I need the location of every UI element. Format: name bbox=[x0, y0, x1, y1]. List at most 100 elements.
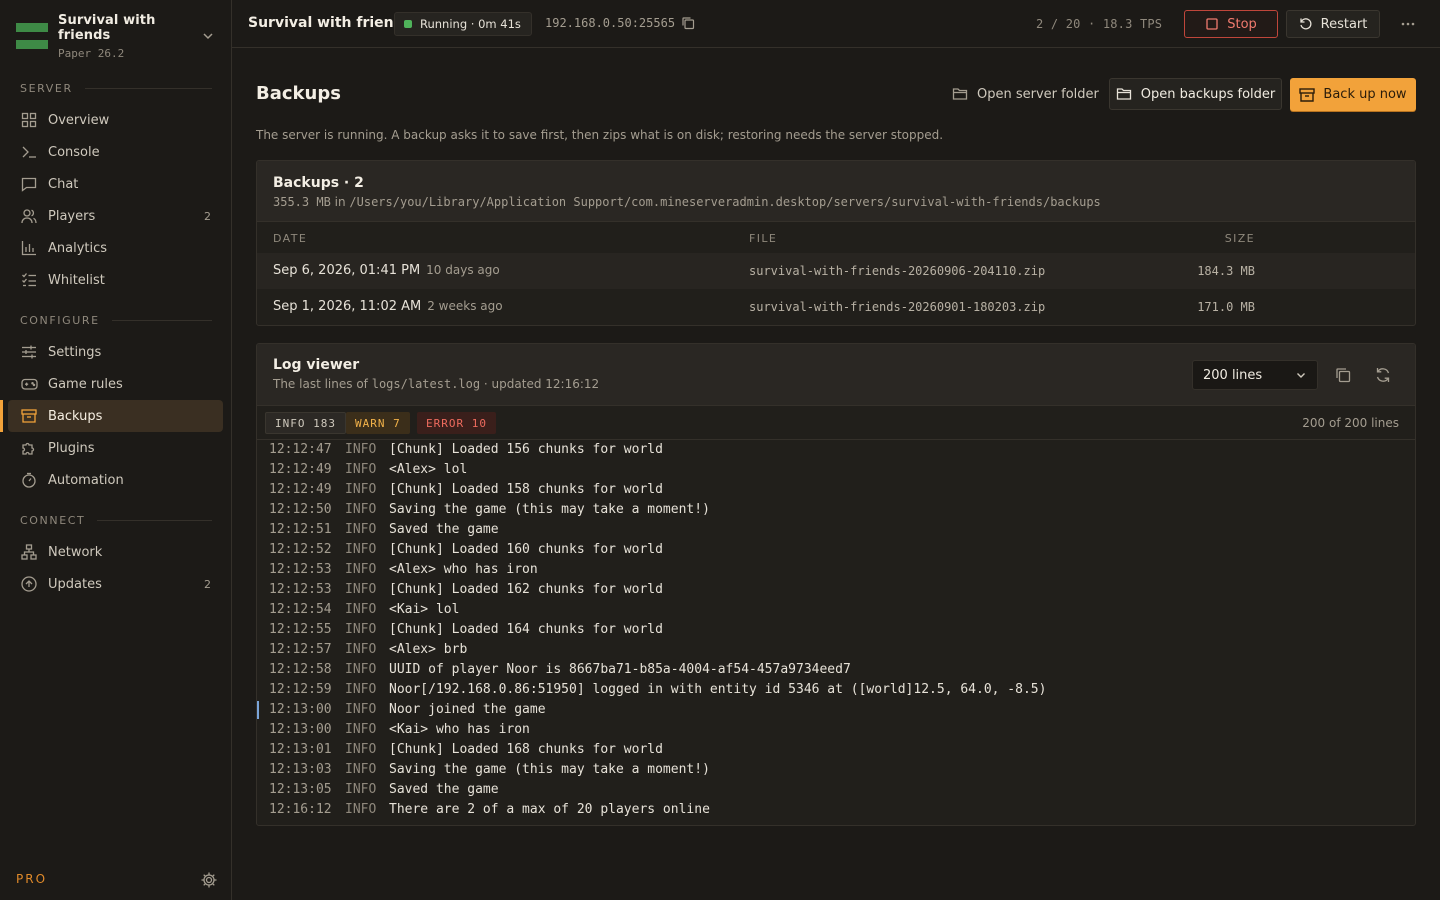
timer-icon bbox=[20, 471, 38, 489]
log-line: 12:12:57 INFO <Alex> brb bbox=[257, 640, 1415, 660]
log-line: 12:16:12 INFO There are 2 of a max of 20 p… bbox=[257, 800, 1415, 820]
sidebar-item-label: Automation bbox=[48, 472, 124, 488]
players-tps-readout: 2 / 20 · 18.3 TPS bbox=[1036, 17, 1163, 31]
filter-chip-warn[interactable]: WARN 7 bbox=[346, 412, 410, 434]
filter-chip-error[interactable]: ERROR 10 bbox=[417, 412, 496, 434]
log-level: INFO bbox=[345, 522, 377, 537]
section-label-configure: CONFIGURE bbox=[20, 314, 212, 327]
log-level: INFO bbox=[345, 502, 377, 517]
log-time: 12:12:53 bbox=[269, 582, 332, 597]
chevron-down-icon bbox=[203, 33, 213, 40]
archive-icon bbox=[1299, 87, 1316, 102]
sidebar-item-console[interactable]: Console bbox=[8, 136, 223, 168]
sidebar-item-game-rules[interactable]: Game rules bbox=[8, 368, 223, 400]
backups-card: Backups · 2 355.3 MB in /Users/you/Libra… bbox=[256, 160, 1416, 326]
sidebar-item-label: Updates bbox=[48, 576, 102, 592]
refresh-icon[interactable] bbox=[1374, 366, 1392, 384]
server-logo-icon bbox=[16, 23, 48, 49]
log-line: 12:12:49 INFO [Chunk] Loaded 158 chunks fo… bbox=[257, 480, 1415, 500]
sidebar-item-whitelist[interactable]: Whitelist bbox=[8, 264, 223, 296]
log-time: 12:13:01 bbox=[269, 742, 332, 757]
backups-summary: 355.3 MB in /Users/you/Library/Applicati… bbox=[273, 195, 1399, 209]
sidebar-item-label: Game rules bbox=[48, 376, 123, 392]
sidebar-item-players[interactable]: Players 2 bbox=[8, 200, 223, 232]
grid-icon bbox=[20, 111, 38, 129]
log-message: Noor[/192.168.0.86:51950] logged in with… bbox=[389, 682, 1047, 697]
open-server-folder-button[interactable]: Open server folder bbox=[952, 78, 1099, 110]
folder-icon bbox=[1116, 88, 1131, 100]
more-options-icon[interactable] bbox=[1398, 14, 1418, 34]
log-time: 12:12:51 bbox=[269, 522, 332, 537]
log-message: Saved the game bbox=[389, 782, 499, 797]
log-message: [Chunk] Loaded 160 chunks for world bbox=[389, 542, 663, 557]
open-server-folder-label: Open server folder bbox=[977, 86, 1099, 102]
sidebar-item-overview[interactable]: Overview bbox=[8, 104, 223, 136]
log-line: 12:12:53 INFO [Chunk] Loaded 162 chunks fo… bbox=[257, 580, 1415, 600]
archive-icon bbox=[20, 407, 38, 425]
filter-chip-info[interactable]: INFO 183 bbox=[265, 412, 346, 434]
log-message: UUID of player Noor is 8667ba71-b85a-400… bbox=[389, 662, 851, 677]
log-line: 12:12:52 INFO [Chunk] Loaded 160 chunks fo… bbox=[257, 540, 1415, 560]
log-time: 12:12:49 bbox=[269, 462, 332, 477]
log-level: INFO bbox=[345, 802, 377, 817]
log-time: 12:12:47 bbox=[269, 442, 332, 457]
log-line: 12:13:05 INFO Saved the game bbox=[257, 780, 1415, 800]
folder-icon bbox=[952, 88, 968, 100]
sidebar-item-automation[interactable]: Automation bbox=[8, 464, 223, 496]
sidebar-item-label: Whitelist bbox=[48, 272, 105, 288]
log-message: [Chunk] Loaded 168 chunks for world bbox=[389, 742, 663, 757]
copy-icon[interactable] bbox=[1334, 366, 1352, 384]
log-time: 12:13:00 bbox=[269, 702, 332, 717]
column-header-size: SIZE bbox=[1224, 232, 1255, 245]
table-row[interactable]: Sep 6, 2026, 01:41 PM 10 days ago surviva… bbox=[257, 253, 1415, 289]
lines-select-value: 200 lines bbox=[1203, 367, 1263, 383]
sidebar-item-backups[interactable]: Backups bbox=[8, 400, 223, 432]
log-message: Saving the game (this may take a moment!… bbox=[389, 502, 710, 517]
sidebar-item-network[interactable]: Network bbox=[8, 536, 223, 568]
log-level: INFO bbox=[345, 482, 377, 497]
sidebar-item-settings[interactable]: Settings bbox=[8, 336, 223, 368]
backups-path: /Users/you/Library/Application Support/c… bbox=[349, 195, 1101, 209]
sidebar-item-plugins[interactable]: Plugins bbox=[8, 432, 223, 464]
log-message: <Alex> lol bbox=[389, 462, 468, 477]
server-address: 192.168.0.50:25565 bbox=[545, 16, 695, 30]
server-switcher[interactable]: Survival with friends Paper 26.2 bbox=[8, 8, 224, 64]
log-line: 12:12:49 INFO <Alex> lol bbox=[257, 460, 1415, 480]
gear-icon[interactable] bbox=[200, 871, 218, 889]
log-time: 12:12:50 bbox=[269, 502, 332, 517]
open-backups-folder-button[interactable]: Open backups folder bbox=[1109, 78, 1282, 110]
log-line: 12:13:00 INFO Noor joined the game bbox=[257, 700, 1415, 720]
log-line: 12:12:55 INFO [Chunk] Loaded 164 chunks fo… bbox=[257, 620, 1415, 640]
log-message: There are 2 of a max of 20 players onlin… bbox=[389, 802, 710, 817]
log-lines: 12:12:47 INFO [Chunk] Loaded 156 chunks fo… bbox=[257, 440, 1415, 820]
column-header-date: DATE bbox=[273, 232, 308, 245]
table-header: DATE FILE SIZE bbox=[257, 221, 1415, 253]
log-message: Noor joined the game bbox=[389, 702, 546, 717]
log-level: INFO bbox=[345, 682, 377, 697]
terminal-icon bbox=[20, 143, 38, 161]
sidebar-item-label: Settings bbox=[48, 344, 102, 360]
log-message: [Chunk] Loaded 158 chunks for world bbox=[389, 482, 663, 497]
stop-button[interactable]: Stop bbox=[1184, 10, 1278, 38]
backup-age: 2 weeks ago bbox=[427, 299, 503, 313]
section-label-server: SERVER bbox=[20, 82, 212, 95]
back-up-now-button[interactable]: Back up now bbox=[1290, 78, 1416, 111]
section-label-connect: CONNECT bbox=[20, 514, 212, 527]
sidebar-item-chat[interactable]: Chat bbox=[8, 168, 223, 200]
table-row[interactable]: Sep 1, 2026, 11:02 AM 2 weeks ago surviva… bbox=[257, 289, 1415, 325]
sidebar-item-updates[interactable]: Updates 2 bbox=[8, 568, 223, 600]
log-level: INFO bbox=[345, 462, 377, 477]
restart-button[interactable]: Restart bbox=[1286, 10, 1380, 38]
status-badge: Running · 0m 41s bbox=[394, 12, 532, 36]
sidebar-item-analytics[interactable]: Analytics bbox=[8, 232, 223, 264]
server-version: Paper 26.2 bbox=[58, 46, 125, 60]
running-dot-icon bbox=[404, 20, 412, 28]
log-message: [Chunk] Loaded 156 chunks for world bbox=[389, 442, 663, 457]
log-updated: · updated 12:16:12 bbox=[483, 377, 600, 391]
log-level: INFO bbox=[345, 702, 377, 717]
lines-count-select[interactable]: 200 lines bbox=[1192, 360, 1318, 390]
copy-icon[interactable] bbox=[681, 16, 695, 30]
log-message: Saving the game (this may take a moment!… bbox=[389, 762, 710, 777]
log-level: INFO bbox=[345, 602, 377, 617]
active-indicator bbox=[0, 400, 3, 432]
